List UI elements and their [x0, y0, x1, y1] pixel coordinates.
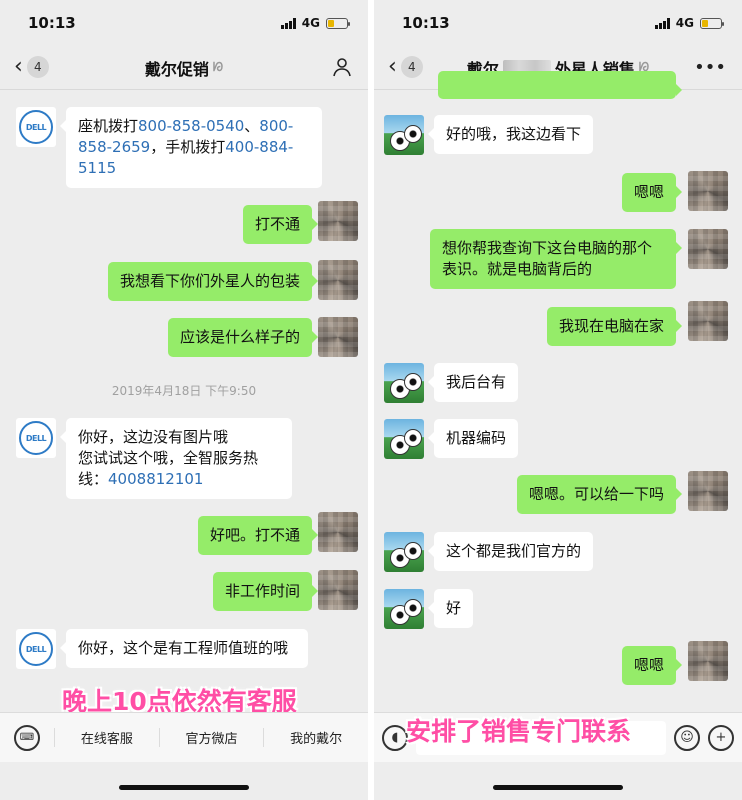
message-bubble[interactable]: 想你帮我查询下这台电脑的那个表识。就是电脑背后的: [430, 229, 682, 289]
service-menu-bar: ⌨ 在线客服 官方微店 我的戴尔: [0, 712, 368, 762]
user-avatar[interactable]: [688, 641, 728, 681]
right-chat-screen: 10:13 4G ‹ 4 戴尔 外星人销售 ᘗ ••• 好的哦，我这边看下 嗯嗯…: [374, 0, 742, 800]
more-icon[interactable]: •••: [694, 57, 726, 78]
unread-count: 4: [400, 56, 423, 78]
hotline-link[interactable]: 4008812101: [108, 470, 203, 488]
user-avatar[interactable]: [688, 301, 728, 341]
user-avatar[interactable]: [318, 570, 358, 610]
back-button[interactable]: ‹ 4: [14, 56, 49, 78]
message-bubble[interactable]: 好的哦，我这边看下: [427, 115, 594, 154]
dell-avatar[interactable]: DELL: [16, 107, 56, 147]
home-indicator: [493, 785, 623, 790]
message-bubble[interactable]: 嗯嗯: [621, 173, 683, 212]
message-bubble[interactable]: [438, 71, 682, 99]
unread-count: 4: [26, 56, 49, 78]
ear-icon: ᘗ: [212, 60, 224, 74]
left-chat-screen: 10:13 4G ‹ 4 戴尔促销 ᘗ DELL 座机拨打800-858-054…: [0, 0, 368, 800]
message-bubble[interactable]: 好吧。打不通: [197, 516, 319, 555]
chat-title: 戴尔促销 ᘗ: [144, 59, 224, 79]
person-icon[interactable]: [332, 57, 352, 82]
user-avatar[interactable]: [688, 171, 728, 211]
sales-avatar[interactable]: [384, 363, 424, 403]
network-label: 4G: [675, 16, 694, 30]
menu-official-shop[interactable]: 官方微店: [158, 728, 264, 747]
user-avatar[interactable]: [318, 201, 358, 241]
message-bubble[interactable]: 你好，这边没有图片哦 您试试这个哦，全智服务热线：4008812101: [60, 418, 292, 499]
message-bubble[interactable]: 打不通: [242, 205, 319, 244]
plus-icon[interactable]: +: [708, 724, 734, 751]
nav-bar: ‹ 4 戴尔促销 ᘗ: [0, 46, 368, 90]
battery-icon: [326, 17, 350, 29]
message-bubble[interactable]: 非工作时间: [212, 572, 319, 611]
message-bubble[interactable]: 我后台有: [427, 363, 519, 402]
message-bubble[interactable]: 嗯嗯。可以给一下吗: [516, 475, 683, 514]
emoji-icon[interactable]: ☺: [674, 724, 700, 751]
message-bubble[interactable]: 应该是什么样子的: [167, 318, 319, 357]
user-avatar[interactable]: [318, 317, 358, 357]
sales-avatar[interactable]: [384, 532, 424, 572]
dell-logo-icon: DELL: [19, 110, 53, 144]
back-chevron-icon: ‹: [14, 54, 23, 79]
phone-link[interactable]: 800-858-0540: [138, 117, 244, 135]
message-timestamp: 2019年4月18日 下午9:50: [111, 384, 257, 398]
user-avatar[interactable]: [318, 260, 358, 300]
network-label: 4G: [301, 16, 320, 30]
message-bubble[interactable]: 我想看下你们外星人的包装: [107, 262, 319, 301]
keyboard-icon: ⌨: [14, 724, 40, 751]
dell-logo-icon: DELL: [19, 632, 53, 666]
user-avatar[interactable]: [318, 512, 358, 552]
signal-icon: [280, 17, 296, 29]
sales-avatar[interactable]: [384, 589, 424, 629]
status-bar: 10:13 4G: [374, 0, 742, 46]
message-bubble[interactable]: 你好，这个是有工程师值班的哦: [60, 629, 308, 668]
sales-avatar[interactable]: [384, 419, 424, 459]
caption-overlay: 安排了销售专门联系: [406, 717, 632, 746]
battery-icon: [700, 17, 724, 29]
keyboard-toggle-button[interactable]: ⌨: [0, 724, 54, 751]
status-bar: 10:13 4G: [0, 0, 368, 46]
sales-avatar[interactable]: [384, 115, 424, 155]
user-avatar[interactable]: [688, 471, 728, 511]
message-bubble[interactable]: 座机拨打800-858-0540、800-858-2659，手机拨打400-88…: [60, 107, 322, 188]
message-bubble[interactable]: 我现在电脑在家: [546, 307, 683, 346]
dell-avatar[interactable]: DELL: [16, 629, 56, 669]
message-bubble[interactable]: 这个都是我们官方的: [427, 532, 594, 571]
menu-online-service[interactable]: 在线客服: [54, 728, 159, 747]
message-bubble[interactable]: 嗯嗯: [621, 646, 683, 685]
status-time: 10:13: [28, 14, 76, 32]
menu-my-dell[interactable]: 我的戴尔: [263, 728, 368, 747]
signal-icon: [654, 17, 670, 29]
back-button[interactable]: ‹ 4: [388, 56, 423, 78]
dell-avatar[interactable]: DELL: [16, 418, 56, 458]
home-indicator: [119, 785, 249, 790]
message-bubble[interactable]: 好: [427, 589, 474, 628]
voice-icon[interactable]: ◖: [382, 724, 408, 751]
message-list: 好的哦，我这边看下 嗯嗯 想你帮我查询下这台电脑的那个表识。就是电脑背后的 我现…: [374, 71, 742, 800]
dell-logo-icon: DELL: [19, 421, 53, 455]
back-chevron-icon: ‹: [388, 54, 397, 79]
message-bubble[interactable]: 机器编码: [427, 419, 519, 458]
status-time: 10:13: [402, 14, 450, 32]
user-avatar[interactable]: [688, 229, 728, 269]
